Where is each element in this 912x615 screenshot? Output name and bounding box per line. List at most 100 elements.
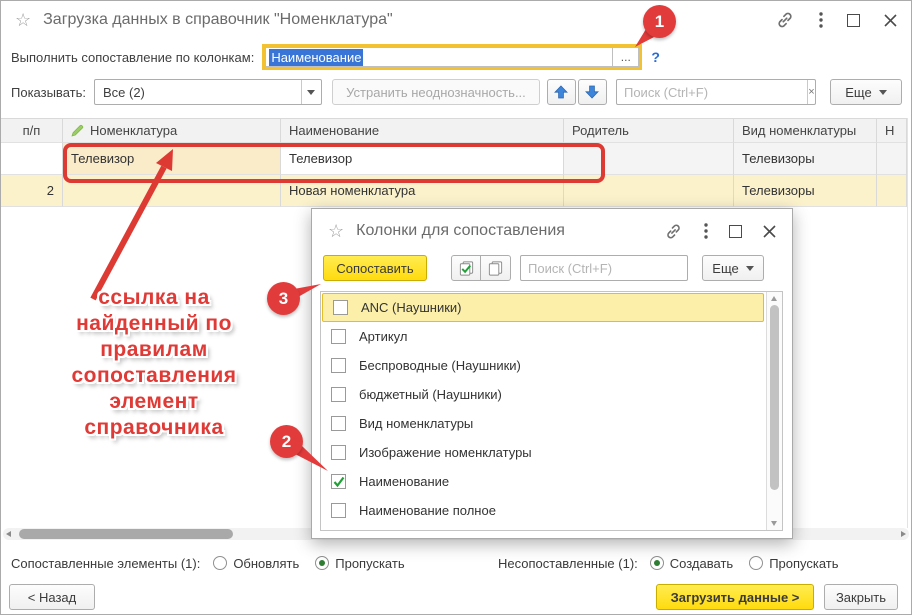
clear-search-icon[interactable]: × (807, 80, 815, 104)
uncheck-all-button[interactable] (481, 255, 511, 281)
more-actions-button[interactable]: Еще (830, 79, 902, 105)
check-icon (333, 476, 345, 488)
move-up-button[interactable] (547, 79, 576, 105)
uncheck-all-icon (487, 260, 504, 277)
arrow-down-icon (585, 85, 599, 99)
close-icon[interactable] (763, 225, 776, 238)
selected-text: Наименование (269, 49, 363, 66)
checkbox[interactable] (331, 503, 346, 518)
scroll-left-icon[interactable] (6, 531, 11, 537)
unmatched-options-group: Несопоставленные (1): Создавать Пропуска… (498, 553, 839, 573)
col-nomenclature[interactable]: Номенклатура (63, 119, 281, 143)
scrollbar-thumb[interactable] (770, 305, 779, 490)
table-right-border (907, 118, 908, 528)
column-option[interactable]: ANC (Наушники) (322, 293, 764, 322)
vertical-scrollbar[interactable] (766, 292, 782, 530)
radio-icon[interactable] (749, 556, 763, 570)
check-all-icon (458, 260, 475, 277)
maximize-icon[interactable] (847, 14, 860, 27)
favorite-star-icon[interactable]: ☆ (328, 221, 344, 242)
data-load-window: ☆ Загрузка данных в справочник "Номенкла… (0, 0, 912, 615)
col-clipped[interactable]: Н (877, 119, 906, 143)
annotation-callout-text: ссылка на найденный по правилам сопостав… (9, 285, 299, 441)
checkbox[interactable] (331, 445, 346, 460)
checkbox[interactable] (331, 416, 346, 431)
column-option[interactable]: Вид номенклатуры (321, 409, 766, 438)
load-data-button[interactable]: Загрузить данные > (656, 584, 814, 610)
cell-clipped[interactable] (877, 143, 906, 175)
cell-num[interactable]: 2 (1, 175, 63, 207)
dialog-search-group: × (520, 255, 688, 281)
col-name[interactable]: Наименование (281, 119, 564, 143)
resolve-ambiguity-button[interactable]: Устранить неоднозначность... (332, 79, 540, 105)
close-button[interactable]: Закрыть (824, 584, 898, 610)
favorite-star-icon[interactable]: ☆ (15, 10, 31, 31)
move-down-button[interactable] (578, 79, 607, 105)
show-filter-value: Все (2) (95, 80, 301, 104)
column-option-label: бюджетный (Наушники) (359, 387, 502, 402)
col-num[interactable]: п/п (1, 119, 63, 143)
column-option[interactable]: бюджетный (Наушники) (321, 380, 766, 409)
checkbox[interactable] (331, 387, 346, 402)
scroll-right-icon[interactable] (901, 531, 906, 537)
more-menu-icon[interactable] (704, 223, 708, 239)
radio-create[interactable]: Создавать (650, 556, 733, 571)
radio-update[interactable]: Обновлять (213, 556, 299, 571)
column-option-label: Артикул (359, 329, 407, 344)
window-title: Загрузка данных в справочник "Номенклату… (43, 11, 393, 29)
search-input[interactable] (617, 80, 807, 104)
mapping-columns-label: Выполнить сопоставление по колонкам: (11, 50, 254, 65)
column-option-label: Наименование (359, 474, 449, 489)
scroll-down-icon[interactable] (771, 521, 777, 526)
column-option[interactable]: Наименование полное (321, 496, 766, 525)
column-option[interactable]: Артикул (321, 322, 766, 351)
show-label: Показывать: (11, 85, 86, 100)
checkbox[interactable] (333, 300, 348, 315)
radio-icon[interactable] (650, 556, 664, 570)
map-button[interactable]: Сопоставить (323, 255, 427, 281)
matched-label: Сопоставленные элементы (1): (11, 556, 200, 571)
column-option-label: Вид номенклатуры (359, 416, 473, 431)
dialog-more-button[interactable]: Еще (702, 255, 764, 281)
close-icon[interactable] (884, 14, 897, 27)
table-header-row: п/п Номенклатура Наименование Родитель В… (1, 118, 906, 143)
cell-kind[interactable]: Телевизоры (734, 175, 877, 207)
chevron-down-icon[interactable] (301, 80, 321, 104)
scrollbar-thumb[interactable] (19, 529, 233, 539)
column-option-label: Изображение номенклатуры (359, 445, 532, 460)
dialog-titlebar: ☆ Колонки для сопоставления (312, 209, 792, 253)
mapping-columns-input[interactable]: Наименование (265, 47, 612, 67)
column-option[interactable]: Изображение номенклатуры (321, 438, 766, 467)
more-menu-icon[interactable] (819, 12, 823, 28)
mapping-columns-group: Наименование ... (262, 44, 642, 70)
link-icon[interactable] (664, 222, 683, 241)
main-search-group: × (616, 79, 816, 105)
cell-num[interactable] (1, 143, 63, 175)
cell-kind[interactable]: Телевизоры (734, 143, 877, 175)
col-parent[interactable]: Родитель (564, 119, 734, 143)
chevron-down-icon (746, 266, 754, 271)
callout-badge-1: 1 (643, 5, 676, 38)
show-filter-select[interactable]: Все (2) (94, 79, 322, 105)
checkbox[interactable] (331, 474, 346, 489)
check-all-button[interactable] (451, 255, 481, 281)
radio-icon[interactable] (213, 556, 227, 570)
maximize-icon[interactable] (729, 225, 742, 238)
column-option[interactable]: Наименование (321, 467, 766, 496)
checkbox[interactable] (331, 358, 346, 373)
scroll-up-icon[interactable] (771, 296, 777, 301)
radio-icon[interactable] (315, 556, 329, 570)
cell-clipped[interactable] (877, 175, 906, 207)
column-option-label: Беспроводные (Наушники) (359, 358, 521, 373)
dialog-search-input[interactable] (521, 256, 711, 280)
dialog-title: Колонки для сопоставления (356, 222, 565, 240)
callout-badge-3: 3 (267, 282, 300, 315)
back-button[interactable]: < Назад (9, 584, 95, 610)
radio-skip-matched[interactable]: Пропускать (315, 556, 404, 571)
checkbox[interactable] (331, 329, 346, 344)
radio-skip-unmatched[interactable]: Пропускать (749, 556, 838, 571)
column-option[interactable]: Беспроводные (Наушники) (321, 351, 766, 380)
col-kind[interactable]: Вид номенклатуры (734, 119, 877, 143)
link-icon[interactable] (775, 10, 795, 30)
help-icon[interactable]: ? (651, 49, 660, 65)
